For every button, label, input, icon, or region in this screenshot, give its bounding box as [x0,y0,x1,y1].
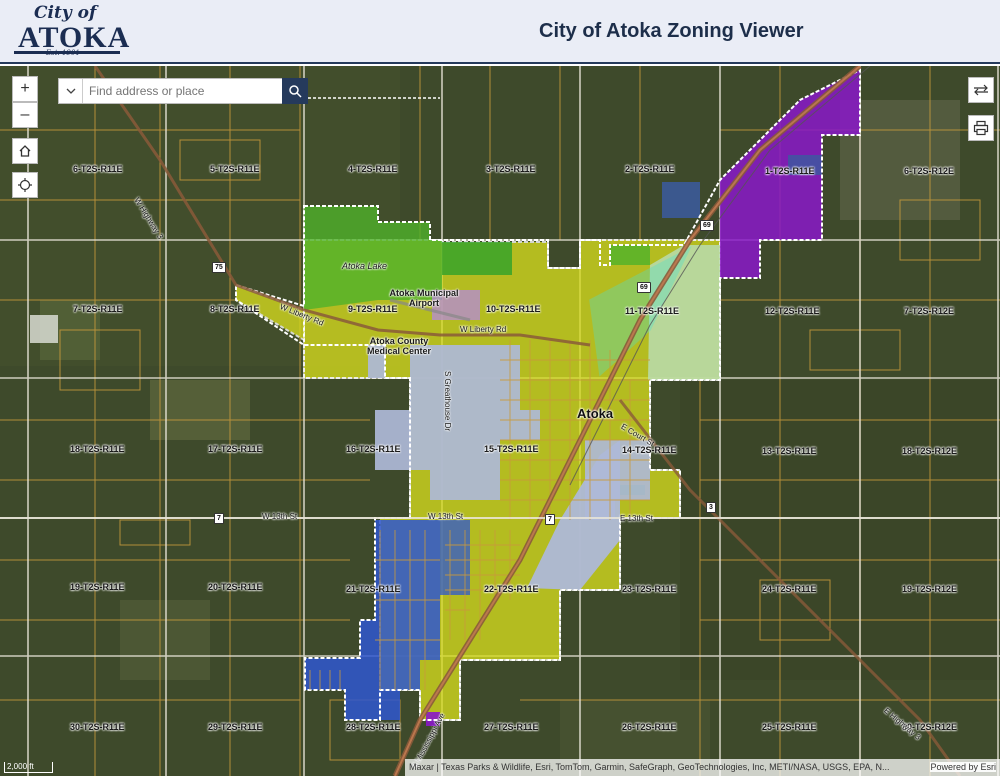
search-button[interactable] [282,78,308,104]
township-label: 13-T2S-R11E [762,446,817,456]
township-label: 17-T2S-R11E [208,444,263,454]
swap-button[interactable] [968,77,994,103]
township-label: 24-T2S-R11E [762,584,817,594]
township-label: 1-T2S-R11E [765,166,815,176]
zoom-out-button[interactable]: – [12,102,38,128]
search-input[interactable] [83,80,273,102]
city-logo: City of ATOKA Est. 1901 [14,3,129,61]
search-widget[interactable] [58,78,308,104]
township-label: 8-T2S-R11E [210,304,260,314]
township-label: 18-T2S-R11E [70,444,125,454]
lake-label: Atoka Lake [342,261,388,271]
chevron-down-icon [66,88,75,94]
search-source-dropdown[interactable] [59,79,83,103]
print-icon [973,120,989,136]
locate-icon [18,178,32,192]
page-title: City of Atoka Zoning Viewer [539,20,804,42]
zoom-in-button[interactable]: + [12,76,38,102]
township-label: 27-T2S-R11E [484,722,539,732]
township-label: 23-T2S-R11E [622,584,677,594]
logo-est: Est. 1901 [46,49,80,57]
us69-shield: 69 [700,220,714,231]
township-label: 19-T2S-R11E [70,582,125,592]
sh3-shield: 3 [706,502,716,513]
township-label: 26-T2S-R11E [622,722,677,732]
app-header: City of ATOKA Est. 1901 City of Atoka Zo… [0,0,1000,64]
road-label: W 13th St [428,512,464,521]
attribution: Maxar | Texas Parks & Wildlife, Esri, To… [405,759,1000,776]
township-label: 7-T2S-R12E [904,306,955,316]
home-icon [19,145,31,157]
township-label: 29-T2S-R11E [208,722,263,732]
township-label: 11-T2S-R11E [625,306,680,316]
sh7-shield: 7 [214,513,224,524]
powered-by[interactable]: Powered by Esri [930,762,996,772]
us69-shield: 69 [637,282,651,293]
city-label: Atoka [577,406,614,421]
road-label: W Liberty Rd [460,325,507,334]
logo-script: City of [34,3,97,23]
road-label: E 13th St [620,514,653,523]
township-label: 10-T2S-R11E [486,304,541,314]
road-label: S Greathouse Dr [443,371,452,432]
search-icon [289,85,302,98]
road-label: W 13th St [262,512,298,521]
medical-center-label: Atoka County Medical Center [366,336,432,356]
township-label: 20-T2S-R11E [208,582,263,592]
map-view[interactable]: 6-T2S-R11E 5-T2S-R11E 4-T2S-R11E 3-T2S-R… [0,66,1000,776]
township-label: 6-T2S-R11E [73,164,123,174]
township-label: 5-T2S-R11E [210,164,260,174]
township-label: 12-T2S-R11E [765,306,820,316]
us75-shield: 75 [212,262,226,273]
scale-bar: 2,000 ft [4,762,53,773]
attribution-text: Maxar | Texas Parks & Wildlife, Esri, To… [409,762,890,772]
township-label: 6-T2S-R12E [904,166,955,176]
township-label: 16-T2S-R11E [346,444,401,454]
township-label: 4-T2S-R11E [348,164,398,174]
airport-label: Atoka Municipal Airport [389,288,459,308]
township-label: 28-T2S-R11E [346,722,401,732]
township-label: 15-T2S-R11E [484,444,539,454]
locate-button[interactable] [12,172,38,198]
township-label: 19-T2S-R12E [902,584,958,594]
township-label: 7-T2S-R11E [73,304,123,314]
search-dashed-line [308,97,440,99]
township-label: 21-T2S-R11E [346,584,401,594]
print-button[interactable] [968,115,994,141]
township-label: 2-T2S-R11E [625,164,675,174]
swap-icon [974,84,988,96]
township-label: 18-T2S-R12E [902,446,958,456]
township-label: 30-T2S-R11E [70,722,125,732]
home-button[interactable] [12,138,38,164]
sh7-shield: 7 [545,514,555,525]
township-label: 3-T2S-R11E [486,164,536,174]
township-label: 25-T2S-R11E [762,722,817,732]
township-label: 22-T2S-R11E [484,584,539,594]
